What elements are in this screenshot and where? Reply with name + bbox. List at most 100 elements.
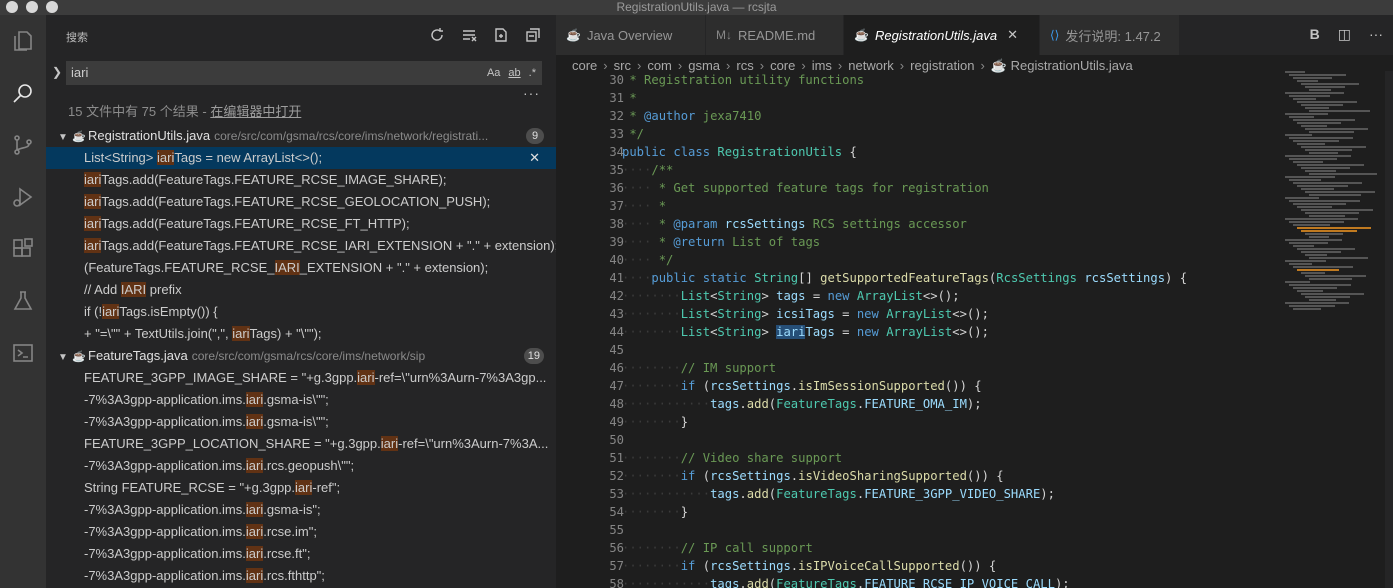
result-match-line[interactable]: -7%3A3gpp-application.ims.iari.rcs.fthtt… — [46, 565, 556, 587]
refresh-icon[interactable] — [428, 26, 446, 44]
line-number: 36 — [609, 181, 624, 195]
result-match-line[interactable]: FEATURE_3GPP_IMAGE_SHARE = "+g.3gpp.iari… — [46, 367, 556, 389]
result-match-line[interactable]: iariTags.add(FeatureTags.FEATURE_RCSE_GE… — [46, 191, 556, 213]
result-match-line[interactable]: iariTags.add(FeatureTags.FEATURE_RCSE_IM… — [46, 169, 556, 191]
match-highlight: iari — [357, 370, 375, 385]
chevron-down-icon[interactable]: ▼ — [58, 347, 72, 367]
result-match-line[interactable]: -7%3A3gpp-application.ims.iari.rcse.im"; — [46, 521, 556, 543]
tab-java-overview[interactable]: ☕ Java Overview — [556, 15, 706, 55]
minimap-line — [1305, 275, 1366, 277]
activity-bar — [0, 15, 46, 588]
result-file[interactable]: ▼ ☕ FeatureTags.java core/src/com/gsma/rcs/… — [46, 345, 556, 367]
open-in-editor-link[interactable]: 在编辑器中打开 — [210, 104, 301, 119]
line-number: 40 — [609, 253, 624, 267]
code-line: 30 * Registration utility functions — [556, 71, 1286, 89]
minimap-line — [1305, 107, 1329, 109]
more-actions-icon[interactable]: ··· — [1369, 26, 1383, 43]
maximize-window-button[interactable] — [46, 1, 58, 13]
result-file-path: core/src/com/gsma/rcs/core/ims/network/s… — [191, 349, 426, 363]
match-text-after: _EXTENSION + "." + extension); — [299, 260, 489, 275]
results-summary: 15 文件中有 75 个结果 - 在编辑器中打开 — [68, 101, 301, 120]
result-match-line[interactable]: -7%3A3gpp-application.ims.iari.gsma-is"; — [46, 499, 556, 521]
dismiss-match-icon[interactable]: ✕ — [529, 147, 540, 169]
line-number: 52 — [609, 469, 624, 483]
minimap-line — [1297, 227, 1371, 229]
code-line: 47 ········if (rcsSettings.isImSessionSup… — [556, 377, 1286, 395]
whole-word-icon[interactable]: ab — [508, 61, 520, 85]
minimap-line — [1309, 299, 1336, 301]
run-debug-icon[interactable] — [9, 183, 37, 211]
line-source: ···· * @param rcsSettings RCS settings a… — [622, 217, 967, 231]
code-line: 42 ········List<String> tags = new ArrayL… — [556, 287, 1286, 305]
line-source: ···· * @return List of tags — [622, 235, 821, 249]
close-window-button[interactable] — [6, 1, 18, 13]
code-line: 49 ········} — [556, 413, 1286, 431]
result-match-line[interactable]: -7%3A3gpp-application.ims.iari.gsma-is\"… — [46, 411, 556, 433]
testing-icon[interactable] — [9, 287, 37, 315]
match-highlight: iari — [245, 392, 264, 407]
search-icon[interactable] — [9, 79, 37, 107]
match-text-after: -ref=\"urn%3Aurn-7%3A... — [398, 436, 549, 451]
match-highlight: iari — [84, 238, 102, 253]
code-line: 31 * — [556, 89, 1286, 107]
editor-scrollbar[interactable] — [1385, 71, 1393, 588]
bold-icon[interactable]: B — [1310, 26, 1320, 43]
match-case-icon[interactable]: Aa — [487, 61, 500, 85]
match-text-before: + "=\"" + TextUtils.join(",", — [84, 326, 233, 341]
collapse-all-icon[interactable] — [524, 26, 542, 44]
line-source: * Registration utility functions — [622, 73, 865, 87]
minimap-line — [1297, 164, 1364, 166]
code-view[interactable]: 30 * Registration utility functions 31 * 3… — [556, 71, 1286, 588]
regex-icon[interactable]: .* — [529, 61, 536, 85]
minimap-line — [1309, 194, 1361, 196]
match-text-after: .gsma-is\""; — [263, 414, 329, 429]
close-tab-icon[interactable]: ✕ — [1007, 27, 1018, 43]
line-source: ········if (rcsSettings.isImSessionSuppo… — [622, 379, 982, 393]
minimap-line — [1293, 308, 1321, 310]
minimize-window-button[interactable] — [26, 1, 38, 13]
minimap-line — [1305, 149, 1352, 151]
result-match-line[interactable]: (FeatureTags.FEATURE_RCSE_IARI_EXTENSION… — [46, 257, 556, 279]
clear-results-icon[interactable] — [460, 26, 478, 44]
code-line: 39 ···· * @return List of tags — [556, 233, 1286, 251]
result-match-line[interactable]: iariTags.add(FeatureTags.FEATURE_RCSE_FT… — [46, 213, 556, 235]
line-number: 55 — [609, 523, 624, 537]
result-match-line[interactable]: -7%3A3gpp-application.ims.iari.rcs.geopu… — [46, 455, 556, 477]
result-file[interactable]: ▼ ☕ RegistrationUtils.java core/src/com/gsm… — [46, 125, 556, 147]
tab-registrationutils-java[interactable]: ☕ RegistrationUtils.java ✕ — [844, 15, 1040, 55]
new-search-editor-icon[interactable] — [492, 26, 510, 44]
result-match-line[interactable]: if (!iariTags.isEmpty()) { — [46, 301, 556, 323]
files-icon[interactable] — [9, 27, 37, 55]
chevron-down-icon[interactable]: ▼ — [58, 127, 72, 147]
match-highlight: iari — [245, 568, 264, 583]
result-match-line[interactable]: String FEATURE_RCSE = "+g.3gpp.iari-ref"… — [46, 477, 556, 499]
minimap-line — [1309, 278, 1352, 280]
minimap-line — [1285, 218, 1358, 220]
result-match-line[interactable]: -7%3A3gpp-application.ims.iari.gsma-is\"… — [46, 389, 556, 411]
result-match-line[interactable]: // Add IARI prefix — [46, 279, 556, 301]
match-text-before: List<String> — [84, 150, 157, 165]
line-source: ············tags.add(FeatureTags.FEATURE… — [622, 397, 982, 411]
tab-readme-md[interactable]: M↓ README.md — [706, 15, 844, 55]
extensions-icon[interactable] — [9, 235, 37, 263]
toggle-replace-icon[interactable]: ❯ — [52, 65, 62, 79]
more-options-icon[interactable]: ··· — [523, 85, 540, 101]
result-match-line[interactable]: iariTags.add(FeatureTags.FEATURE_RCSE_IA… — [46, 235, 556, 257]
remote-explorer-icon[interactable] — [9, 339, 37, 367]
split-editor-icon[interactable]: ◫ — [1338, 26, 1351, 43]
minimap-line — [1285, 197, 1319, 199]
tab-1-47-2[interactable]: ⟨⟩ 发行说明: 1.47.2 — [1040, 15, 1180, 55]
minimap[interactable] — [1285, 71, 1385, 321]
result-match-line[interactable]: FEATURE_3GPP_LOCATION_SHARE = "+g.3gpp.i… — [46, 433, 556, 455]
source-control-icon[interactable] — [9, 131, 37, 159]
minimap-line — [1285, 239, 1342, 241]
result-match-line[interactable]: -7%3A3gpp-application.ims.iari.rcse.ft"; — [46, 543, 556, 565]
match-highlight: iari — [245, 546, 264, 561]
match-highlight: iari — [380, 436, 399, 451]
line-number: 37 — [609, 199, 624, 213]
match-text-before: (FeatureTags.FEATURE_RCSE_ — [84, 260, 275, 275]
result-match-line[interactable]: + "=\"" + TextUtils.join(",", iariTags) … — [46, 323, 556, 345]
result-match-line[interactable]: List<String> iariTags = new ArrayList<>(… — [46, 147, 556, 169]
search-input[interactable]: iari Aa ab .* — [66, 61, 542, 85]
line-source: ····/** — [622, 163, 674, 177]
